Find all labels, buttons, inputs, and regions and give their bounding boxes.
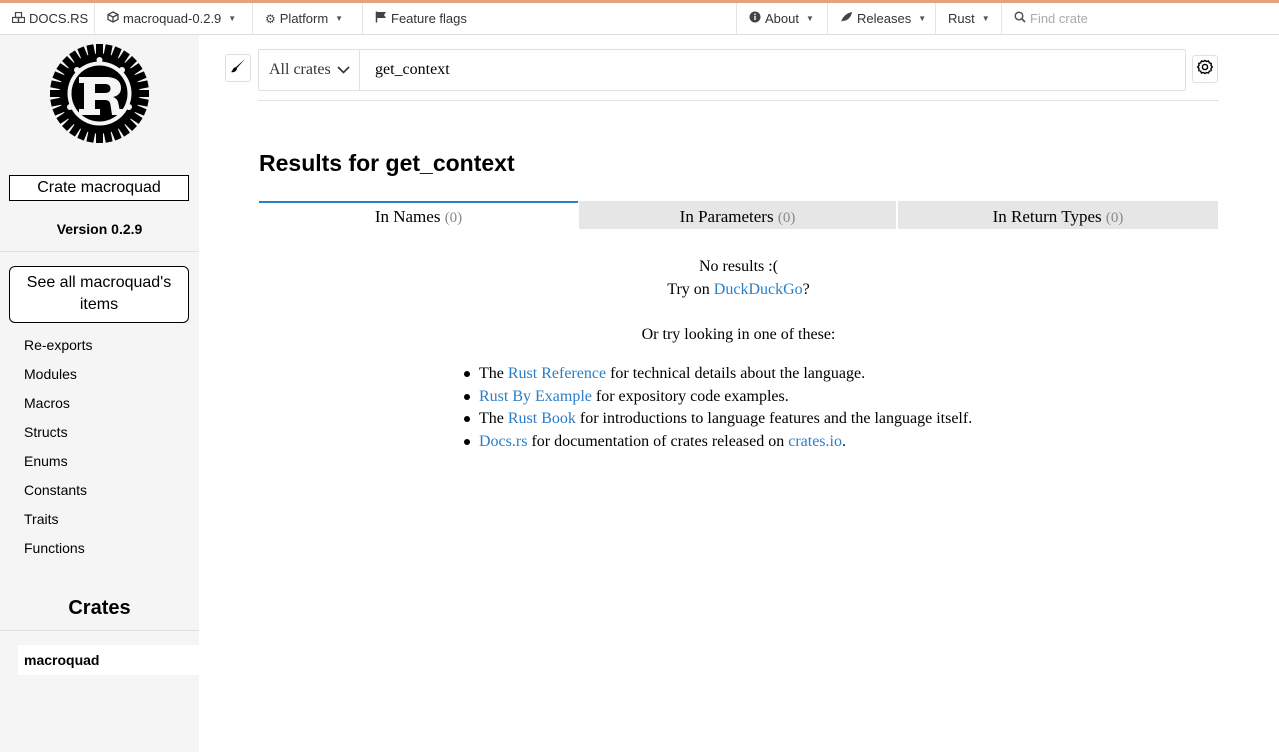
search-bar: All crates	[258, 49, 1186, 91]
docsrs-label: DOCS.RS	[29, 11, 89, 26]
sidebar-item-structs[interactable]: Structs	[24, 424, 92, 453]
crates-heading: Crates	[68, 597, 131, 619]
flag-icon	[375, 11, 387, 26]
sidebar-divider	[0, 630, 199, 631]
duckduckgo-link[interactable]: DuckDuckGo	[714, 281, 803, 298]
sidebar-item-constants[interactable]: Constants	[24, 482, 92, 511]
suggestion-text: for documentation of crates released on	[531, 432, 785, 450]
gear-icon	[1196, 58, 1214, 81]
sidebar-item-reexports[interactable]: Re-exports	[24, 337, 92, 366]
sidebar-item-enums[interactable]: Enums	[24, 453, 92, 482]
crate-version: Version 0.2.9	[56, 221, 143, 237]
rust-book-link[interactable]: Rust Book	[508, 410, 576, 427]
caret-down-icon: ▼	[981, 14, 990, 23]
rust-by-example-link[interactable]: Rust By Example	[479, 388, 592, 405]
list-item: Rust By Example for expository code exam…	[463, 386, 972, 409]
or-try-text: Or try looking in one of these:	[641, 326, 836, 343]
sidebar-divider	[0, 251, 199, 252]
suggestion-list: The Rust Reference for technical details…	[463, 363, 973, 454]
sidebar-item-macros[interactable]: Macros	[24, 395, 92, 424]
platform-label: Platform	[279, 11, 329, 26]
no-results-message: No results :(	[698, 258, 779, 275]
find-crate[interactable]	[1002, 3, 1279, 34]
docsrs-home-link[interactable]: DOCS.RS	[0, 3, 95, 34]
rust-logo-icon[interactable]	[49, 43, 150, 144]
suggestion-suffix: .	[841, 432, 846, 450]
sidebar-item-modules[interactable]: Modules	[24, 366, 92, 395]
find-crate-input[interactable]	[1030, 11, 1250, 26]
suggestion-text: for expository code examples.	[595, 387, 789, 405]
sidebar: Crate macroquad Version 0.2.9 See all ma…	[0, 35, 199, 752]
sidebar-item-traits[interactable]: Traits	[24, 511, 92, 540]
cube-icon	[107, 11, 119, 26]
info-icon	[749, 11, 761, 26]
top-nav: DOCS.RS macroquad-0.2.9 ▼ ⚙ Platform ▼ F…	[0, 0, 1279, 35]
about-label: About	[765, 11, 799, 26]
caret-down-icon: ▼	[335, 14, 344, 23]
gears-icon: ⚙	[265, 11, 276, 26]
crate-title[interactable]: Crate macroquad	[9, 175, 189, 201]
crate-version-menu[interactable]: macroquad-0.2.9 ▼	[95, 3, 253, 34]
tab-label: In Return Types	[992, 207, 1102, 226]
releases-menu[interactable]: Releases ▼	[828, 3, 936, 34]
suggestion-prefix: The	[479, 365, 504, 382]
leaf-icon	[840, 11, 853, 26]
feature-flags-link[interactable]: Feature flags	[363, 3, 483, 34]
list-item: The Rust Reference for technical details…	[463, 363, 972, 386]
about-menu[interactable]: About ▼	[736, 3, 828, 34]
cubes-icon	[11, 11, 26, 26]
paintbrush-icon	[230, 58, 246, 79]
page-title: Results for get_context	[259, 150, 515, 176]
tab-count: (0)	[1105, 210, 1124, 226]
tab-in-parameters[interactable]: In Parameters (0)	[579, 201, 896, 229]
docsrs-link[interactable]: Docs.rs	[479, 433, 527, 450]
crate-version-label: macroquad-0.2.9	[123, 11, 222, 26]
suggestion-text: for introductions to language features a…	[579, 410, 973, 427]
caret-down-icon: ▼	[918, 14, 927, 23]
tab-in-return-types[interactable]: In Return Types (0)	[898, 201, 1218, 229]
list-item: Docs.rs for documentation of crates rele…	[463, 431, 972, 454]
tab-label: In Names	[374, 207, 441, 226]
try-on-suffix: ?	[802, 281, 810, 298]
feature-flags-label: Feature flags	[391, 11, 467, 26]
rust-menu[interactable]: Rust ▼	[936, 3, 1002, 34]
platform-menu[interactable]: ⚙ Platform ▼	[253, 3, 363, 34]
chevron-down-icon	[337, 61, 350, 79]
suggestion-prefix: The	[479, 410, 504, 427]
caret-down-icon: ▼	[805, 14, 814, 23]
tab-count: (0)	[444, 210, 463, 226]
tab-in-names[interactable]: In Names (0)	[259, 201, 578, 229]
crate-filter-label: All crates	[269, 61, 331, 78]
settings-button[interactable]	[1192, 55, 1218, 83]
crate-list-item[interactable]: macroquad	[18, 645, 199, 675]
releases-label: Releases	[857, 11, 912, 26]
rust-reference-link[interactable]: Rust Reference	[508, 365, 606, 382]
search-icon	[1014, 11, 1026, 26]
tab-count: (0)	[777, 210, 796, 226]
list-item: The Rust Book for introductions to langu…	[463, 408, 973, 431]
caret-down-icon: ▼	[228, 14, 237, 23]
tab-label: In Parameters	[679, 207, 774, 226]
sidebar-section-links: Re-exports Modules Macros Structs Enums …	[24, 337, 92, 569]
crate-filter-select[interactable]: All crates	[259, 50, 360, 90]
theme-button[interactable]	[225, 54, 251, 82]
crates-io-link[interactable]: crates.io	[788, 433, 842, 450]
sidebar-item-functions[interactable]: Functions	[24, 540, 92, 569]
search-divider	[258, 100, 1219, 101]
suggestion-text: for technical details about the language…	[610, 365, 866, 382]
try-duckduckgo-line: Try on DuckDuckGo?	[259, 281, 1218, 299]
try-on-text: Try on	[667, 281, 710, 298]
search-input[interactable]	[375, 58, 1155, 82]
rust-label: Rust	[948, 11, 975, 26]
all-items-button[interactable]: See all macroquad's items	[9, 266, 189, 323]
results-tabs: In Names (0) In Parameters (0) In Return…	[259, 201, 1218, 229]
